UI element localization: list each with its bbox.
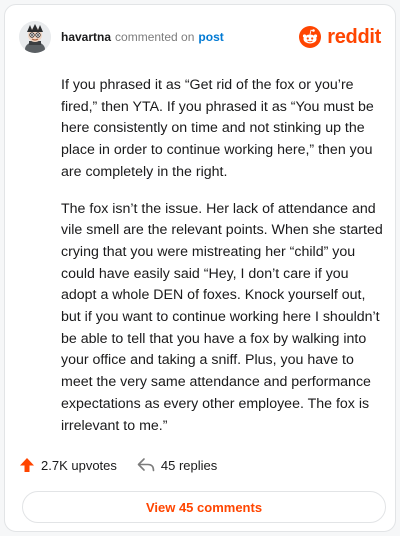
brand-wordmark: reddit xyxy=(327,25,381,48)
reply-arrow-icon xyxy=(137,458,155,472)
comment-paragraph: If you phrased it as “Get rid of the fox… xyxy=(61,77,374,180)
comment-header: havartna commented on post reddit xyxy=(19,17,381,57)
user-avatar[interactable] xyxy=(19,21,51,53)
reddit-snoo-icon xyxy=(299,26,322,48)
upvote-arrow-icon xyxy=(20,458,34,472)
upvote-button[interactable]: 2.7K upvotes xyxy=(19,457,117,473)
replies-button[interactable]: 45 replies xyxy=(137,457,217,473)
comment-card: havartna commented on post reddit If you… xyxy=(4,4,396,532)
action-text: commented on xyxy=(115,30,195,44)
username-link[interactable]: havartna xyxy=(61,30,111,44)
comment-meta: havartna commented on post xyxy=(61,30,224,44)
upvote-count: 2.7K upvotes xyxy=(41,457,117,473)
comment-paragraph: The fox isn’t the issue. Her lack of att… xyxy=(61,200,383,434)
view-comments-button[interactable]: View 45 comments xyxy=(22,491,386,523)
comment-body: If you phrased it as “Get rid of the fox… xyxy=(61,75,383,452)
avatar-icon xyxy=(19,21,51,53)
reply-count: 45 replies xyxy=(160,457,218,473)
reddit-logo[interactable]: reddit xyxy=(299,26,381,49)
comment-stats: 2.7K upvotes 45 replies xyxy=(19,457,217,473)
post-link[interactable]: post xyxy=(198,30,223,44)
